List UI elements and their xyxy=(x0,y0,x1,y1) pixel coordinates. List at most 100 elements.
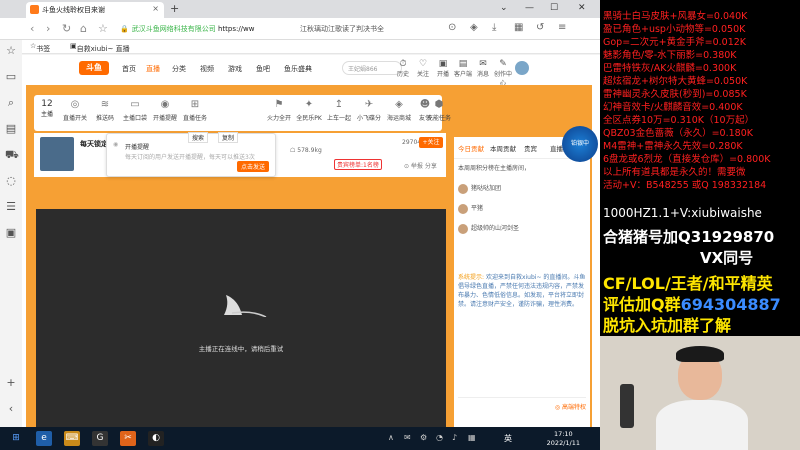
start-button[interactable]: ⊞ xyxy=(8,431,24,446)
tool-pocket[interactable]: ▭ 主播口袋 xyxy=(122,99,148,122)
price-line: QBZ03金色蔷薇（永久）=0.180K xyxy=(603,128,753,139)
list-item[interactable]: 超级帅的山河剑圣 xyxy=(458,223,586,237)
user-avatar[interactable] xyxy=(515,61,529,75)
overlay-promo: 脱坑入坑加群了解 xyxy=(603,316,732,335)
copy-button[interactable]: 复制 xyxy=(218,132,239,143)
start-stream-button[interactable]: ▣ 开播 xyxy=(432,59,454,78)
overlay-contact: 合猪猪号加Q31929870 xyxy=(603,228,775,246)
taskbar-app[interactable]: ✂ xyxy=(120,431,136,446)
rank-badge[interactable]: 贵宾榜单:1名榜 xyxy=(334,159,382,170)
client-icon: ▤ xyxy=(458,59,468,69)
grid-icon[interactable]: ▦ xyxy=(514,22,523,33)
extension-icon[interactable]: ⊙ xyxy=(448,22,456,33)
tool-pk[interactable]: ✦ 全民乐PK xyxy=(296,99,322,122)
tab-close-icon[interactable]: × xyxy=(152,4,159,13)
ime-indicator[interactable]: 英 xyxy=(504,433,512,444)
tab-vip[interactable]: 贵宾 xyxy=(524,143,537,153)
avatar xyxy=(458,183,468,194)
tool-tasks[interactable]: ⊞ 直播任务 xyxy=(182,99,208,122)
client-button[interactable]: ▤ 客户端 xyxy=(452,59,474,78)
reader-icon[interactable]: ▭ xyxy=(5,70,17,83)
nav-video[interactable]: 视频 xyxy=(200,64,214,74)
nav-yuba[interactable]: 鱼吧 xyxy=(256,64,270,74)
video-player[interactable]: 主播正在连线中，请稍后重试 xyxy=(36,209,446,427)
tool-push-code[interactable]: ≋ 推送码 xyxy=(92,99,118,122)
nav-live[interactable]: 直播 xyxy=(146,64,160,74)
document-icon[interactable]: ▤ xyxy=(5,122,17,135)
streamer-avatar[interactable] xyxy=(40,137,74,171)
search-button[interactable]: 搜索 xyxy=(188,132,209,143)
taskbar-app[interactable]: G xyxy=(92,431,108,446)
add-icon[interactable]: + xyxy=(5,376,17,389)
price-line: 6盘龙或6烈龙（直接发仓库）=0.800K xyxy=(603,154,771,165)
taskbar-obs[interactable]: ◐ xyxy=(148,431,164,446)
game-icon[interactable]: ▣ xyxy=(5,226,17,239)
taskbar-app[interactable]: ⌨ xyxy=(64,431,80,446)
price-line: Gop=二次元+黄金手斧=0.012K xyxy=(603,37,747,48)
overlay-contact: VX同号 xyxy=(700,249,754,267)
history-icon[interactable]: ↺ xyxy=(536,22,544,33)
url-field[interactable]: 🔒 武汉斗鱼网络科技有限公司 https://ww xyxy=(120,22,290,36)
history-button[interactable]: ⏱ 历史 xyxy=(392,59,414,78)
streamer-name[interactable]: 每天锁定 xyxy=(80,139,108,149)
tray-settings-icon[interactable]: ⚙ xyxy=(420,433,427,442)
browser-tab[interactable]: 斗鱼火线聆权目来谢 × xyxy=(26,2,164,18)
list-item[interactable]: 猪哒哒加团 xyxy=(458,183,586,197)
messages-button[interactable]: ✉ 消息 xyxy=(472,59,494,78)
tool-store[interactable]: ◈ 海运商城 xyxy=(386,99,412,122)
tool-stream-switch[interactable]: ◎ 直播开关 xyxy=(62,99,88,122)
tab-week-contribution[interactable]: 本周贡献 xyxy=(490,143,516,153)
search-icon[interactable]: ⌕ xyxy=(5,96,17,110)
report-share[interactable]: ⊙ 举报 分享 xyxy=(404,161,437,170)
nav-festival[interactable]: 鱼乐盛典 xyxy=(284,64,312,74)
star-icon[interactable]: ☆ xyxy=(98,22,108,35)
browser-search-field[interactable]: 江秋璃动江歌读了判决书全 xyxy=(300,22,440,36)
live-room: 12 主播 ◎ 直播开关 ≋ 推送码 ▭ 主播口袋 ◉ 开播提醒 ⊞ 直播任务 ⚑ 火力全开… xyxy=(26,85,592,427)
douyu-logo[interactable]: 斗鱼 xyxy=(79,61,109,75)
tray-volume-icon[interactable]: ♪ xyxy=(452,433,457,442)
taskbar-clock[interactable]: 17:10 2022/1/11 xyxy=(547,430,580,448)
follow-button[interactable]: ♡ 关注 xyxy=(412,59,434,78)
chat-icon[interactable]: ◌ xyxy=(5,174,17,187)
nav-home[interactable]: 首页 xyxy=(122,64,136,74)
close-button[interactable]: ✕ xyxy=(578,3,586,13)
store-icon: ◈ xyxy=(395,99,403,110)
tab-list-icon[interactable]: ⌄ xyxy=(500,3,508,13)
tool-start-reminder[interactable]: ◉ 开播提醒 xyxy=(152,99,178,122)
list-item[interactable]: 平猪 xyxy=(458,203,586,217)
chat-input-area[interactable]: ◎ 高端特权 xyxy=(458,397,586,411)
collapse-icon[interactable]: ‹ xyxy=(5,402,17,415)
forward-icon[interactable]: › xyxy=(46,22,50,35)
tray-expand-icon[interactable]: ∧ xyxy=(388,433,394,442)
shield-icon[interactable]: ◈ xyxy=(470,22,478,33)
tray-app-icon[interactable]: ▦ xyxy=(468,433,476,442)
tool-charge-task[interactable]: ⬢ 充能任务 xyxy=(426,99,452,122)
home-icon[interactable]: ⌂ xyxy=(80,22,87,35)
nav-category[interactable]: 分类 xyxy=(172,64,186,74)
tray-network-icon[interactable]: ◔ xyxy=(436,433,443,442)
download-icon[interactable]: ⤓ xyxy=(492,22,496,33)
menu-icon[interactable]: ≡ xyxy=(558,22,566,33)
tray-mail-icon[interactable]: ✉ xyxy=(404,433,411,442)
creator-center-button[interactable]: ✎ 创作中心 xyxy=(492,59,514,87)
follow-streamer-button[interactable]: +关注 xyxy=(419,137,443,148)
back-icon[interactable]: ‹ xyxy=(30,22,34,35)
tool-board[interactable]: ↥ 上车一起 xyxy=(326,99,352,122)
send-reminder-button[interactable]: 点击发送 xyxy=(236,161,269,172)
list-icon[interactable]: ☰ xyxy=(5,200,17,213)
nav-games[interactable]: 游戏 xyxy=(228,64,242,74)
tool-firepower[interactable]: ⚑ 火力全开 xyxy=(266,99,292,122)
cart-icon[interactable]: ⛟ xyxy=(5,148,19,163)
bookmark-item[interactable]: ☆ 书签 xyxy=(30,42,50,53)
tool-ufo[interactable]: ✈ 小飞碟分 xyxy=(356,99,382,122)
refresh-icon[interactable]: ↻ xyxy=(62,22,71,35)
taskbar-browser[interactable]: e xyxy=(36,431,52,446)
tab-today-contribution[interactable]: 今日贡献 xyxy=(458,143,484,153)
price-line: 黑骑士白马皮肤+风暴女=0.040K xyxy=(603,11,748,22)
maximize-button[interactable]: ☐ xyxy=(550,3,558,13)
privilege-link[interactable]: ◎ 高端特权 xyxy=(555,404,586,411)
new-tab-button[interactable]: + xyxy=(170,2,179,15)
bookmark-item[interactable]: ▣ 自救xiubi~ 直播 xyxy=(70,42,130,53)
favorites-icon[interactable]: ☆ xyxy=(5,44,17,57)
minimize-button[interactable]: — xyxy=(525,3,534,13)
